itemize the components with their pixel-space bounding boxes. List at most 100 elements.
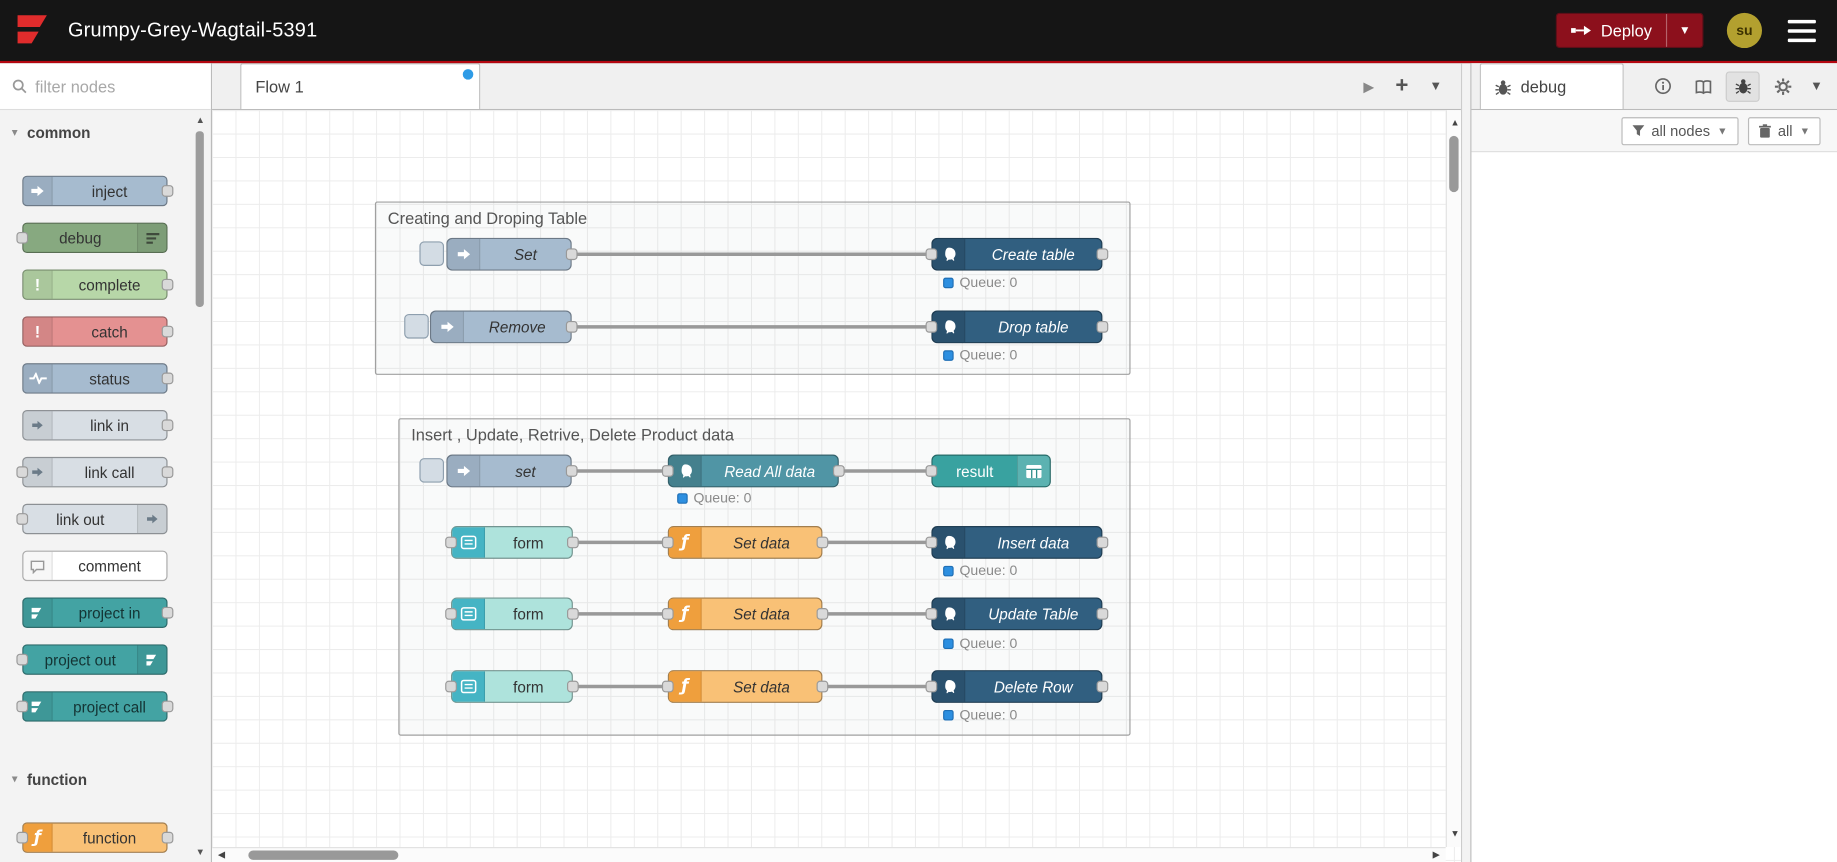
output-port[interactable] xyxy=(565,465,578,477)
inject-trigger-button[interactable] xyxy=(404,313,429,339)
node-read-all-data[interactable]: Read All data xyxy=(661,454,845,488)
inject-icon xyxy=(447,455,481,487)
input-port[interactable] xyxy=(445,536,457,549)
input-port[interactable] xyxy=(925,680,938,693)
output-port[interactable] xyxy=(565,321,578,333)
palette-scrollbar[interactable]: ▲ ▼ xyxy=(194,115,206,858)
palette-node-label: comment xyxy=(78,557,141,575)
config-tab-button[interactable] xyxy=(1766,71,1800,101)
palette-node-catch[interactable]: ! catch xyxy=(22,316,174,347)
tab-scroll-right-icon[interactable]: ▶ xyxy=(1363,78,1374,94)
node-set-data[interactable]: ƒ Set data xyxy=(661,670,829,703)
input-port[interactable] xyxy=(925,608,938,620)
node-result-table[interactable]: result xyxy=(925,454,1051,488)
sidebar-more-tabs-caret[interactable]: ▼ xyxy=(1805,79,1827,93)
input-port[interactable] xyxy=(661,465,674,477)
input-port[interactable] xyxy=(661,536,674,549)
output-port[interactable] xyxy=(1096,536,1109,549)
palette-node-comment[interactable]: comment xyxy=(22,550,168,582)
output-port[interactable] xyxy=(567,608,579,620)
debug-clear-button[interactable]: all ▼ xyxy=(1747,116,1821,145)
node-label: Remove xyxy=(488,318,546,336)
node-set-data[interactable]: ƒ Set data xyxy=(661,526,829,559)
palette-node-link-out[interactable]: link out xyxy=(16,503,168,535)
output-port[interactable] xyxy=(816,608,829,620)
node-inject-set-lower[interactable]: set xyxy=(446,454,578,488)
output-port[interactable] xyxy=(1096,680,1109,693)
output-port[interactable] xyxy=(567,536,579,549)
debug-filter-button[interactable]: all nodes ▼ xyxy=(1620,116,1739,145)
palette-node-link-call[interactable]: link call xyxy=(16,456,174,488)
canvas-vertical-scrollbar[interactable]: ▲ ▼ xyxy=(1445,110,1461,848)
flow-canvas-area: Flow 1 ▶ + ▼ Creating and Droping Table … xyxy=(212,63,1461,862)
palette-node-project-out[interactable]: project out xyxy=(16,644,168,675)
input-port[interactable] xyxy=(445,608,457,620)
node-inject-remove[interactable]: Remove xyxy=(429,310,578,344)
output-port[interactable] xyxy=(1096,321,1109,333)
inject-icon xyxy=(447,238,481,270)
input-port[interactable] xyxy=(925,248,938,261)
palette-node-project-in[interactable]: project in xyxy=(22,597,174,628)
input-port[interactable] xyxy=(925,536,938,549)
add-flow-button[interactable]: + xyxy=(1395,73,1408,99)
node-set-data[interactable]: ƒ Set data xyxy=(661,597,829,631)
help-tab-button[interactable] xyxy=(1686,71,1720,101)
node-form[interactable]: form xyxy=(445,597,579,631)
tab-flow-1[interactable]: Flow 1 xyxy=(240,63,481,109)
output-port[interactable] xyxy=(565,248,578,261)
scroll-down-icon[interactable]: ▼ xyxy=(1450,829,1459,838)
palette-category-common[interactable]: ▾ common xyxy=(0,110,211,155)
palette-scrollbar-thumb[interactable] xyxy=(195,131,204,307)
scroll-right-icon[interactable]: ▶ xyxy=(1433,850,1440,860)
palette-category-function[interactable]: ▾ function xyxy=(0,757,211,802)
palette-node-debug[interactable]: debug xyxy=(16,222,168,254)
info-tab-button[interactable] xyxy=(1646,71,1680,101)
node-update-table[interactable]: Update Table xyxy=(925,597,1109,631)
deploy-button[interactable]: Deploy ▼ xyxy=(1555,12,1704,49)
input-port[interactable] xyxy=(445,680,457,693)
inject-trigger-button[interactable] xyxy=(419,458,445,483)
palette-filter-input[interactable] xyxy=(35,76,174,96)
palette-node-complete[interactable]: ! complete xyxy=(22,269,174,300)
scroll-down-icon[interactable]: ▼ xyxy=(194,847,206,858)
input-port[interactable] xyxy=(661,608,674,620)
inject-trigger-button[interactable] xyxy=(419,241,445,266)
canvas-horizontal-scrollbar[interactable]: ◀ ▶ xyxy=(212,847,1446,862)
output-port[interactable] xyxy=(816,536,829,549)
output-port[interactable] xyxy=(816,680,829,693)
debug-tab-button[interactable] xyxy=(1725,70,1760,102)
input-port[interactable] xyxy=(925,465,938,477)
palette-node-function[interactable]: ƒ function xyxy=(16,822,174,853)
horizontal-scroll-thumb[interactable] xyxy=(248,850,399,860)
palette-node-link-in[interactable]: link in xyxy=(22,410,174,441)
node-insert-data[interactable]: Insert data xyxy=(925,526,1109,559)
user-avatar[interactable]: su xyxy=(1726,12,1763,49)
main-menu-icon[interactable] xyxy=(1785,15,1818,47)
output-port[interactable] xyxy=(1096,248,1109,261)
node-delete-row[interactable]: Delete Row xyxy=(925,670,1109,703)
tab-debug[interactable]: debug xyxy=(1479,63,1624,109)
output-port[interactable] xyxy=(832,465,845,477)
vertical-scroll-thumb[interactable] xyxy=(1449,135,1459,193)
scroll-up-icon[interactable]: ▲ xyxy=(194,115,206,126)
node-create-table[interactable]: Create table xyxy=(925,237,1109,271)
input-port[interactable] xyxy=(661,680,674,693)
node-inject-set[interactable]: Set xyxy=(446,237,578,271)
deploy-options-caret[interactable]: ▼ xyxy=(1667,24,1702,37)
output-port[interactable] xyxy=(567,680,579,693)
node-form[interactable]: form xyxy=(445,670,579,703)
output-port[interactable] xyxy=(1096,608,1109,620)
node-drop-table[interactable]: Drop table xyxy=(925,310,1109,344)
inject-icon xyxy=(431,311,464,343)
sidebar-resize-handle[interactable] xyxy=(1460,63,1471,862)
flow-list-caret[interactable]: ▼ xyxy=(1429,79,1442,93)
palette-node-project-call[interactable]: project call xyxy=(16,691,174,722)
scroll-left-icon[interactable]: ◀ xyxy=(218,850,225,860)
workspace[interactable]: Creating and Droping Table Insert , Upda… xyxy=(212,110,1461,862)
scroll-up-icon[interactable]: ▲ xyxy=(1450,118,1459,127)
palette-node-inject[interactable]: inject xyxy=(22,175,174,207)
palette-node-status[interactable]: status xyxy=(22,363,174,394)
trash-icon xyxy=(1758,123,1771,138)
input-port[interactable] xyxy=(925,321,938,333)
node-form[interactable]: form xyxy=(445,526,579,559)
